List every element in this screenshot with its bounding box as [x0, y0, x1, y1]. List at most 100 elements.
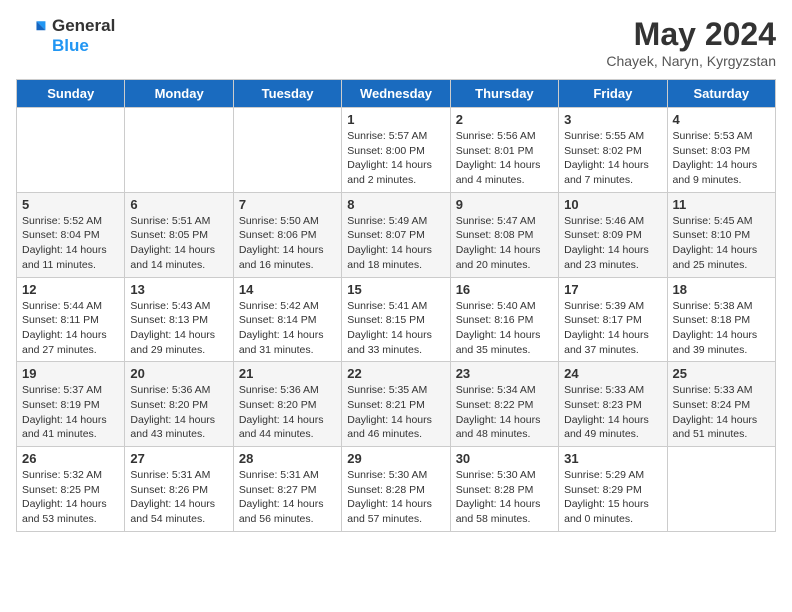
day-number: 2 [456, 112, 553, 127]
day-number: 8 [347, 197, 444, 212]
day-number: 22 [347, 366, 444, 381]
calendar-cell: 3 Sunrise: 5:55 AMSunset: 8:02 PMDaylight… [559, 108, 667, 193]
day-number: 15 [347, 282, 444, 297]
day-number: 17 [564, 282, 661, 297]
day-info: Sunrise: 5:32 AMSunset: 8:25 PMDaylight:… [22, 468, 119, 527]
calendar-cell: 26 Sunrise: 5:32 AMSunset: 8:25 PMDayligh… [17, 447, 125, 532]
day-info: Sunrise: 5:36 AMSunset: 8:20 PMDaylight:… [239, 383, 336, 442]
calendar-cell: 17 Sunrise: 5:39 AMSunset: 8:17 PMDayligh… [559, 277, 667, 362]
day-info: Sunrise: 5:29 AMSunset: 8:29 PMDaylight:… [564, 468, 661, 527]
day-number: 13 [130, 282, 227, 297]
day-number: 28 [239, 451, 336, 466]
week-row-4: 19Sunrise: 5:37 AMSunset: 8:19 PMDayligh… [17, 362, 776, 447]
day-number: 20 [130, 366, 227, 381]
day-info: Sunrise: 5:31 AMSunset: 8:26 PMDaylight:… [130, 468, 227, 527]
day-number: 29 [347, 451, 444, 466]
day-info: Sunrise: 5:35 AMSunset: 8:21 PMDaylight:… [347, 383, 444, 442]
day-info: Sunrise: 5:56 AMSunset: 8:01 PMDaylight:… [456, 129, 553, 188]
calendar-cell: 19Sunrise: 5:37 AMSunset: 8:19 PMDayligh… [17, 362, 125, 447]
day-info: Sunrise: 5:40 AMSunset: 8:16 PMDaylight:… [456, 299, 553, 358]
day-info: Sunrise: 5:52 AMSunset: 8:04 PMDaylight:… [22, 214, 119, 273]
day-header-wednesday: Wednesday [342, 80, 450, 108]
day-header-friday: Friday [559, 80, 667, 108]
calendar-cell: 20 Sunrise: 5:36 AMSunset: 8:20 PMDayligh… [125, 362, 233, 447]
day-header-monday: Monday [125, 80, 233, 108]
header-row: SundayMondayTuesdayWednesdayThursdayFrid… [17, 80, 776, 108]
day-number: 18 [673, 282, 770, 297]
day-number: 31 [564, 451, 661, 466]
day-number: 7 [239, 197, 336, 212]
calendar-cell: 1Sunrise: 5:57 AMSunset: 8:00 PMDaylight… [342, 108, 450, 193]
calendar-cell: 14 Sunrise: 5:42 AMSunset: 8:14 PMDayligh… [233, 277, 341, 362]
calendar-cell: 5 Sunrise: 5:52 AMSunset: 8:04 PMDaylight… [17, 192, 125, 277]
calendar-cell: 8 Sunrise: 5:49 AMSunset: 8:07 PMDaylight… [342, 192, 450, 277]
day-info: Sunrise: 5:42 AMSunset: 8:14 PMDaylight:… [239, 299, 336, 358]
logo-blue: Blue [52, 36, 89, 55]
calendar-cell: 22 Sunrise: 5:35 AMSunset: 8:21 PMDayligh… [342, 362, 450, 447]
day-number: 4 [673, 112, 770, 127]
header: General Blue May 2024 Chayek, Naryn, Kyr… [16, 16, 776, 69]
day-number: 3 [564, 112, 661, 127]
logo-general: General [52, 16, 115, 35]
calendar-cell: 16 Sunrise: 5:40 AMSunset: 8:16 PMDayligh… [450, 277, 558, 362]
subtitle: Chayek, Naryn, Kyrgyzstan [606, 53, 776, 69]
day-number: 19 [22, 366, 119, 381]
week-row-5: 26 Sunrise: 5:32 AMSunset: 8:25 PMDayligh… [17, 447, 776, 532]
day-info: Sunrise: 5:49 AMSunset: 8:07 PMDaylight:… [347, 214, 444, 273]
calendar-cell: 10 Sunrise: 5:46 AMSunset: 8:09 PMDayligh… [559, 192, 667, 277]
day-number: 30 [456, 451, 553, 466]
day-number: 5 [22, 197, 119, 212]
day-number: 6 [130, 197, 227, 212]
calendar-cell: 6 Sunrise: 5:51 AMSunset: 8:05 PMDaylight… [125, 192, 233, 277]
title-area: May 2024 Chayek, Naryn, Kyrgyzstan [606, 16, 776, 69]
calendar-cell: 13Sunrise: 5:43 AMSunset: 8:13 PMDayligh… [125, 277, 233, 362]
calendar-cell: 24 Sunrise: 5:33 AMSunset: 8:23 PMDayligh… [559, 362, 667, 447]
day-number: 21 [239, 366, 336, 381]
calendar-cell: 30 Sunrise: 5:30 AMSunset: 8:28 PMDayligh… [450, 447, 558, 532]
day-header-thursday: Thursday [450, 80, 558, 108]
logo-svg [16, 20, 48, 52]
day-info: Sunrise: 5:50 AMSunset: 8:06 PMDaylight:… [239, 214, 336, 273]
day-number: 16 [456, 282, 553, 297]
day-info: Sunrise: 5:34 AMSunset: 8:22 PMDaylight:… [456, 383, 553, 442]
day-info: Sunrise: 5:30 AMSunset: 8:28 PMDaylight:… [347, 468, 444, 527]
calendar-cell: 7 Sunrise: 5:50 AMSunset: 8:06 PMDaylight… [233, 192, 341, 277]
day-number: 14 [239, 282, 336, 297]
calendar-cell [667, 447, 775, 532]
main-title: May 2024 [606, 16, 776, 53]
day-info: Sunrise: 5:38 AMSunset: 8:18 PMDaylight:… [673, 299, 770, 358]
day-info: Sunrise: 5:33 AMSunset: 8:24 PMDaylight:… [673, 383, 770, 442]
day-info: Sunrise: 5:45 AMSunset: 8:10 PMDaylight:… [673, 214, 770, 273]
day-info: Sunrise: 5:55 AMSunset: 8:02 PMDaylight:… [564, 129, 661, 188]
day-info: Sunrise: 5:41 AMSunset: 8:15 PMDaylight:… [347, 299, 444, 358]
calendar-cell: 12Sunrise: 5:44 AMSunset: 8:11 PMDayligh… [17, 277, 125, 362]
day-info: Sunrise: 5:53 AMSunset: 8:03 PMDaylight:… [673, 129, 770, 188]
day-number: 26 [22, 451, 119, 466]
calendar-cell: 21 Sunrise: 5:36 AMSunset: 8:20 PMDayligh… [233, 362, 341, 447]
day-info: Sunrise: 5:47 AMSunset: 8:08 PMDaylight:… [456, 214, 553, 273]
day-info: Sunrise: 5:57 AMSunset: 8:00 PMDaylight:… [347, 129, 444, 188]
day-info: Sunrise: 5:46 AMSunset: 8:09 PMDaylight:… [564, 214, 661, 273]
logo: General Blue [16, 16, 115, 56]
day-header-sunday: Sunday [17, 80, 125, 108]
day-header-saturday: Saturday [667, 80, 775, 108]
day-info: Sunrise: 5:44 AMSunset: 8:11 PMDaylight:… [22, 299, 119, 358]
day-number: 9 [456, 197, 553, 212]
day-number: 25 [673, 366, 770, 381]
day-number: 10 [564, 197, 661, 212]
calendar-cell: 2 Sunrise: 5:56 AMSunset: 8:01 PMDaylight… [450, 108, 558, 193]
calendar-cell [17, 108, 125, 193]
day-info: Sunrise: 5:33 AMSunset: 8:23 PMDaylight:… [564, 383, 661, 442]
day-info: Sunrise: 5:30 AMSunset: 8:28 PMDaylight:… [456, 468, 553, 527]
calendar-cell: 29 Sunrise: 5:30 AMSunset: 8:28 PMDayligh… [342, 447, 450, 532]
day-number: 24 [564, 366, 661, 381]
calendar-cell: 25 Sunrise: 5:33 AMSunset: 8:24 PMDayligh… [667, 362, 775, 447]
calendar-cell: 18 Sunrise: 5:38 AMSunset: 8:18 PMDayligh… [667, 277, 775, 362]
day-info: Sunrise: 5:51 AMSunset: 8:05 PMDaylight:… [130, 214, 227, 273]
day-info: Sunrise: 5:36 AMSunset: 8:20 PMDaylight:… [130, 383, 227, 442]
calendar-cell [233, 108, 341, 193]
calendar-cell: 9 Sunrise: 5:47 AMSunset: 8:08 PMDaylight… [450, 192, 558, 277]
day-info: Sunrise: 5:39 AMSunset: 8:17 PMDaylight:… [564, 299, 661, 358]
calendar-cell: 27Sunrise: 5:31 AMSunset: 8:26 PMDayligh… [125, 447, 233, 532]
day-number: 23 [456, 366, 553, 381]
